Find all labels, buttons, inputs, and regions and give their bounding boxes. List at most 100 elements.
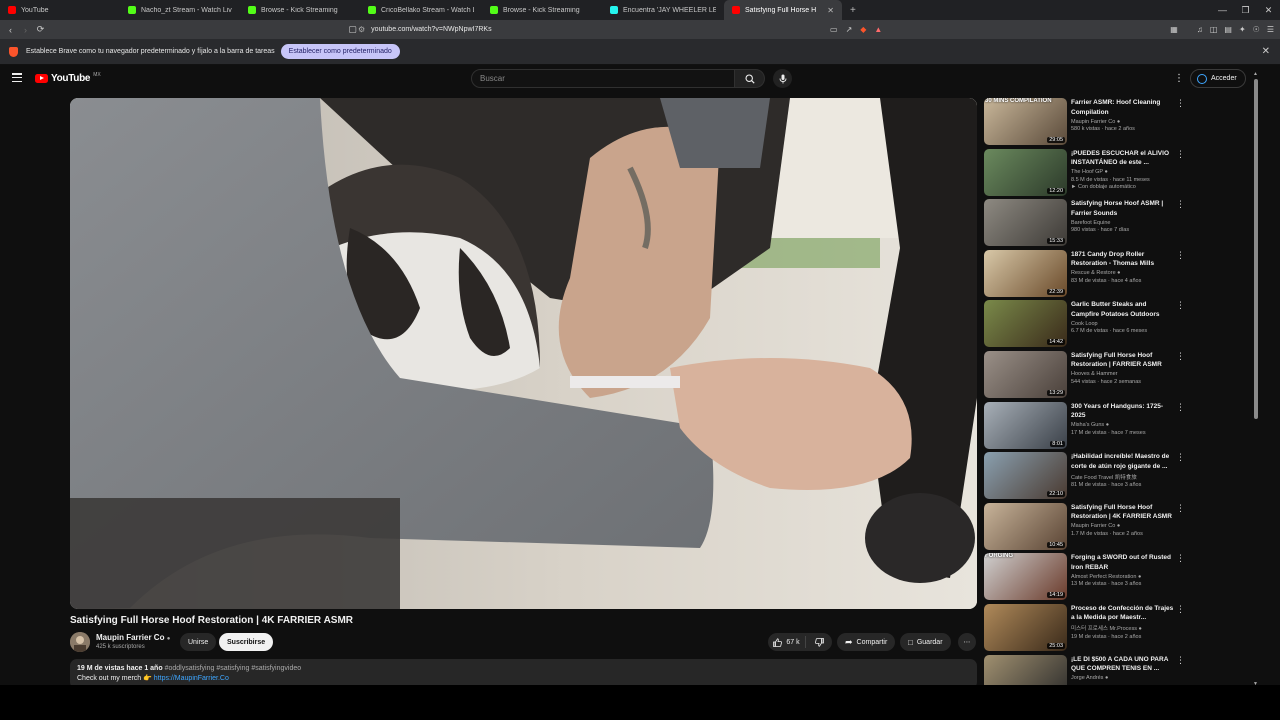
- guide-menu-icon[interactable]: [12, 73, 22, 82]
- new-tab-button[interactable]: +: [842, 5, 864, 16]
- cast-icon[interactable]: ▭: [830, 25, 838, 34]
- recommendation-title[interactable]: Proceso de Confección de Trajes a la Med…: [1071, 604, 1175, 623]
- channel-avatar[interactable]: [70, 632, 90, 652]
- recommendation-menu-icon[interactable]: ⋮: [1176, 402, 1185, 413]
- site-info-icon[interactable]: ⚙: [358, 25, 365, 34]
- recommendation-title[interactable]: Forging a SWORD out of Rusted Iron REBAR: [1071, 553, 1175, 572]
- recommendation-menu-icon[interactable]: ⋮: [1176, 199, 1185, 210]
- sidebar-toggle-icon[interactable]: ◫: [1210, 25, 1218, 34]
- description-box[interactable]: 19 M de vistas hace 1 año #oddlysatisfyi…: [70, 659, 977, 685]
- recommendation-channel[interactable]: Misha's Guns ●: [1071, 422, 1175, 428]
- leo-icon[interactable]: ✦: [1239, 25, 1246, 34]
- voice-search-button[interactable]: [773, 69, 792, 88]
- brave-shields-icon[interactable]: ◆: [860, 25, 866, 34]
- minimize-icon[interactable]: —: [1211, 0, 1234, 20]
- video-thumbnail[interactable]: 22:10: [984, 452, 1067, 500]
- recommendation-channel[interactable]: Hooves & Hammer: [1071, 371, 1175, 377]
- recommendation-channel[interactable]: Almost Perfect Restoration ●: [1071, 574, 1175, 580]
- vpn-icon[interactable]: ☉: [1253, 25, 1260, 34]
- recommendation-menu-icon[interactable]: ⋮: [1176, 149, 1185, 160]
- video-thumbnail[interactable]: [984, 654, 1067, 685]
- video-thumbnail[interactable]: 10:45: [984, 502, 1067, 550]
- recommendation-menu-icon[interactable]: ⋮: [1176, 452, 1185, 463]
- recommendation-menu-icon[interactable]: ⋮: [1176, 604, 1185, 615]
- recommendation-title[interactable]: Satisfying Horse Hoof ASMR | Farrier Sou…: [1071, 199, 1175, 218]
- extensions-icon[interactable]: ▦: [1170, 25, 1178, 34]
- search-button[interactable]: [735, 69, 765, 88]
- recommendation-title[interactable]: ¡LE DI $500 A CADA UNO PARA QUE COMPREN …: [1071, 655, 1175, 674]
- recommendation-item[interactable]: 12:20 ¡PUEDES ESCUCHAR el ALIVIO INSTANTÁ…: [984, 147, 1189, 198]
- dislike-button[interactable]: [806, 637, 832, 647]
- recommendation-item[interactable]: 8:01 300 Years of Handguns: 1725-2025 Mish…: [984, 400, 1189, 451]
- menu-icon[interactable]: ☰: [1267, 25, 1274, 34]
- recommendation-menu-icon[interactable]: ⋮: [1176, 503, 1185, 514]
- recommendation-channel[interactable]: Jorge Andrés ●: [1071, 675, 1175, 681]
- close-window-icon[interactable]: ✕: [1257, 0, 1280, 20]
- recommendation-item[interactable]: 22:39 1871 Candy Drop Roller Restoration …: [984, 248, 1189, 299]
- close-tab-icon[interactable]: ✕: [827, 6, 834, 15]
- recommendation-item[interactable]: ¡LE DI $500 A CADA UNO PARA QUE COMPREN …: [984, 653, 1189, 685]
- recommendation-channel[interactable]: 미스터 프로세스 Mr.Process ●: [1071, 624, 1175, 632]
- recommendation-item[interactable]: 30 MINS COMPILATION 29:05 Farrier ASMR: Ho…: [984, 96, 1189, 147]
- back-icon[interactable]: ‹: [3, 20, 18, 39]
- recommendation-title[interactable]: 300 Years of Handguns: 1725-2025: [1071, 402, 1175, 421]
- browser-tab[interactable]: Encuentra 'JAY WHEELER LE HABLA A: [602, 0, 724, 20]
- channel-name[interactable]: Maupin Farrier Co ●: [96, 633, 170, 642]
- reload-icon[interactable]: ⟳: [33, 20, 48, 39]
- video-thumbnail[interactable]: 13:29: [984, 350, 1067, 398]
- subscribe-button[interactable]: Suscribirse: [219, 633, 274, 651]
- save-button[interactable]: □ Guardar: [900, 633, 951, 651]
- recommendation-title[interactable]: ¡Habilidad increíble! Maestro de corte d…: [1071, 452, 1175, 471]
- browser-tab[interactable]: YouTube: [0, 0, 120, 20]
- brave-rewards-icon[interactable]: ▲: [874, 25, 882, 34]
- recommendation-item[interactable]: 13:29 Satisfying Full Horse Hoof Restorat…: [984, 349, 1189, 400]
- browser-tab[interactable]: Browse - Kick Streaming: [240, 0, 360, 20]
- settings-more-icon[interactable]: ⋮: [1174, 73, 1184, 84]
- recommendation-title[interactable]: 1871 Candy Drop Roller Restoration - Tho…: [1071, 250, 1175, 269]
- recommendation-channel[interactable]: The Hoof GP ●: [1071, 169, 1175, 175]
- page-scrollbar[interactable]: ▲ ▼: [1253, 71, 1259, 685]
- set-default-button[interactable]: Establecer como predeterminado: [280, 44, 400, 59]
- media-icon[interactable]: ♫: [1197, 25, 1203, 34]
- recommendation-menu-icon[interactable]: ⋮: [1176, 351, 1185, 362]
- recommendation-channel[interactable]: Maupin Farrier Co ●: [1071, 523, 1175, 529]
- recommendation-item[interactable]: 15:33 Satisfying Horse Hoof ASMR | Farrie…: [984, 197, 1189, 248]
- recommendation-menu-icon[interactable]: ⋮: [1176, 98, 1185, 109]
- recommendation-channel[interactable]: Rescue & Restore ●: [1071, 270, 1175, 276]
- like-button[interactable]: 67 k: [768, 636, 806, 648]
- recommendation-title[interactable]: Satisfying Full Horse Hoof Restoration |…: [1071, 351, 1175, 370]
- hashtags[interactable]: #oddlysatisfying #satisfying #satisfying…: [165, 665, 302, 672]
- wallet-icon[interactable]: ▤: [1224, 25, 1232, 34]
- video-thumbnail[interactable]: FORGING 14:19: [984, 553, 1067, 601]
- more-actions-button[interactable]: ⋯: [958, 633, 976, 651]
- browser-tab[interactable]: CricoBellako Stream - Watch Live on Kick: [360, 0, 482, 20]
- recommendation-channel[interactable]: Maupin Farrier Co ●: [1071, 119, 1175, 125]
- scroll-up-icon[interactable]: ▲: [1253, 71, 1258, 77]
- merch-link[interactable]: https://MaupinFarrier.Co: [154, 675, 229, 682]
- close-infobar-icon[interactable]: ✕: [1262, 46, 1270, 57]
- video-thumbnail[interactable]: 8:01: [984, 401, 1067, 449]
- recommendation-title[interactable]: Garlic Butter Steaks and Campfire Potato…: [1071, 300, 1175, 319]
- recommendation-menu-icon[interactable]: ⋮: [1176, 300, 1185, 311]
- recommendation-item[interactable]: 22:10 ¡Habilidad increíble! Maestro de co…: [984, 450, 1189, 501]
- recommendation-item[interactable]: FORGING 14:19 Forging a SWORD out of Ruste…: [984, 551, 1189, 602]
- recommendation-menu-icon[interactable]: ⋮: [1176, 250, 1185, 261]
- recommendation-menu-icon[interactable]: ⋮: [1176, 655, 1185, 666]
- video-thumbnail[interactable]: 12:20: [984, 148, 1067, 196]
- browser-tab[interactable]: Nacho_zt Stream - Watch Live on Kick: [120, 0, 240, 20]
- recommendation-item[interactable]: 25:03 Proceso de Confección de Trajes a l…: [984, 602, 1189, 653]
- video-thumbnail[interactable]: 25:03: [984, 603, 1067, 651]
- recommendation-item[interactable]: 10:45 Satisfying Full Horse Hoof Restorat…: [984, 501, 1189, 552]
- video-thumbnail[interactable]: 30 MINS COMPILATION 29:05: [984, 98, 1067, 145]
- recommendation-title[interactable]: Farrier ASMR: Hoof Cleaning Compilation: [1071, 98, 1175, 117]
- recommendation-title[interactable]: ¡PUEDES ESCUCHAR el ALIVIO INSTANTÁNEO d…: [1071, 149, 1175, 168]
- recommendation-channel[interactable]: Cate Food Travel 凯特食旅: [1071, 473, 1175, 481]
- browser-tab[interactable]: Satisfying Full Horse Hoof Re ✕: [724, 0, 842, 20]
- scrollbar-thumb[interactable]: [1254, 79, 1258, 419]
- video-thumbnail[interactable]: 14:42: [984, 300, 1067, 348]
- video-player[interactable]: [70, 98, 977, 609]
- recommendation-channel[interactable]: Barefoot Equine: [1071, 220, 1175, 226]
- recommendation-item[interactable]: 14:42 Garlic Butter Steaks and Campfire P…: [984, 298, 1189, 349]
- url-field[interactable]: ⚙ youtube.com/watch?v=NWpNpwI7RKs: [358, 22, 898, 37]
- search-input[interactable]: Buscar: [471, 69, 735, 88]
